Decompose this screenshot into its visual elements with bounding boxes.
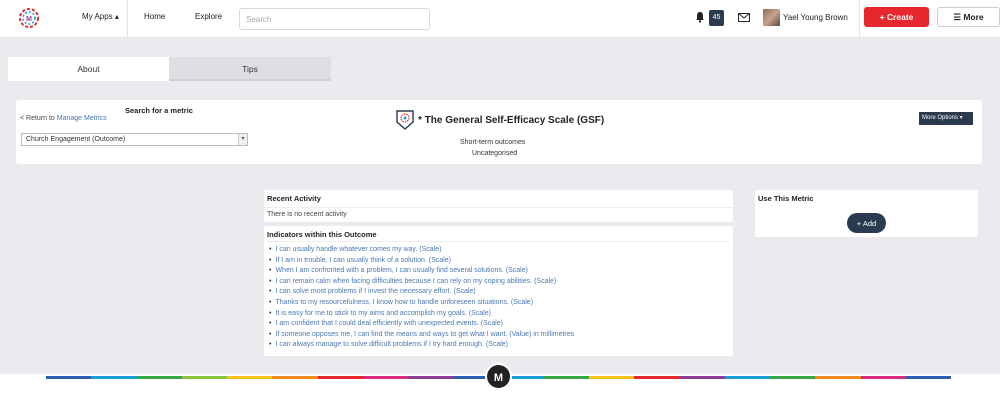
stripe-segment (543, 376, 589, 379)
stripe-segment (227, 376, 273, 379)
indicator-item[interactable]: If someone opposes me, I can find the me… (269, 330, 574, 341)
notification-count-badge[interactable]: 45 (709, 10, 724, 26)
stripe-segment (181, 376, 227, 379)
user-name[interactable]: Yael Young Brown (783, 13, 848, 22)
stripe-segment (860, 376, 906, 379)
recent-activity-text: There is no recent activity (267, 211, 347, 218)
stripe-segment (724, 376, 770, 379)
stripe-segment (408, 376, 454, 379)
outcome-select-value: Church Engagement (Outcome) (26, 136, 126, 143)
search-metric-label: Search for a metric (125, 106, 193, 115)
indicators-title: Indicators within this Outcome (267, 230, 377, 239)
manage-metrics-link[interactable]: Manage Metrics (57, 115, 107, 122)
avatar[interactable] (763, 9, 780, 26)
stripe-segment (272, 376, 318, 379)
metric-category: Short-term outcomes (460, 139, 526, 146)
header-divider (859, 0, 860, 38)
chevron-down-icon: ▾ (238, 134, 247, 145)
metric-status: Uncategorised (472, 150, 518, 157)
indicator-item[interactable]: If I am in trouble, I can usually think … (269, 256, 574, 267)
bell-icon[interactable] (695, 11, 705, 23)
stripe-segment (46, 376, 92, 379)
create-button[interactable]: + Create (864, 7, 929, 27)
nav-home[interactable]: Home (144, 12, 165, 21)
stripe-segment (905, 376, 951, 379)
search-input[interactable] (239, 8, 430, 30)
footer-logo[interactable]: M (485, 363, 512, 390)
use-metric-title: Use This Metric (758, 194, 814, 203)
top-navigation-bar: M My Apps ▴ Home Explore 45 Yael Young B… (0, 0, 1000, 38)
nav-explore[interactable]: Explore (195, 12, 222, 21)
return-link-row: < Return to Manage Metrics (20, 115, 107, 122)
more-button[interactable]: ☰ More (937, 7, 1000, 27)
indicator-item[interactable]: It is easy for me to stick to my aims an… (269, 309, 574, 320)
metric-title: * The General Self-Efficacy Scale (GSF) (418, 115, 605, 126)
indicator-item[interactable]: I can always manage to solve difficult p… (269, 340, 574, 351)
app-logo-icon[interactable]: M (18, 7, 40, 29)
indicator-item[interactable]: I am confident that I could deal efficie… (269, 319, 574, 330)
divider (264, 207, 733, 208)
indicators-card: Indicators within this Outcome I can usu… (264, 226, 733, 356)
indicator-list: I can usually handle whatever comes my w… (269, 245, 574, 351)
recent-activity-card: Recent Activity There is no recent activ… (264, 190, 733, 222)
svg-text:M: M (26, 16, 32, 23)
shield-badge-icon (396, 110, 414, 130)
stripe-segment (91, 376, 137, 379)
stripe-segment (362, 376, 408, 379)
stripe-segment (770, 376, 816, 379)
indicator-item[interactable]: Thanks to my resourcefulness, I know how… (269, 298, 574, 309)
tab-about[interactable]: About (8, 57, 169, 81)
stripe-segment (815, 376, 861, 379)
indicator-item[interactable]: When I am confronted with a problem, I c… (269, 266, 574, 277)
outcome-select[interactable]: Church Engagement (Outcome) ▾ (21, 133, 248, 146)
indicator-item[interactable]: I can usually handle whatever comes my w… (269, 245, 574, 256)
stripe-segment (679, 376, 725, 379)
stripe-segment (589, 376, 635, 379)
mail-icon[interactable] (738, 13, 750, 22)
more-options-button[interactable]: More Options ▾ (919, 112, 973, 125)
indicator-item[interactable]: I can remain calm when facing difficulti… (269, 277, 574, 288)
stripe-segment (136, 376, 182, 379)
add-button[interactable]: + Add (847, 213, 886, 233)
recent-activity-title: Recent Activity (267, 194, 321, 203)
stripe-segment (634, 376, 680, 379)
return-text: < Return to (20, 115, 57, 122)
nav-my-apps[interactable]: My Apps ▴ (82, 12, 119, 21)
stripe-segment (317, 376, 363, 379)
nav-divider (127, 0, 128, 38)
metric-header-panel: Search for a metric < Return to Manage M… (16, 100, 982, 164)
use-metric-card: Use This Metric + Add (755, 190, 978, 237)
divider (267, 241, 730, 242)
tab-tips[interactable]: Tips (169, 57, 331, 81)
indicator-item[interactable]: I can solve most problems if I invest th… (269, 287, 574, 298)
